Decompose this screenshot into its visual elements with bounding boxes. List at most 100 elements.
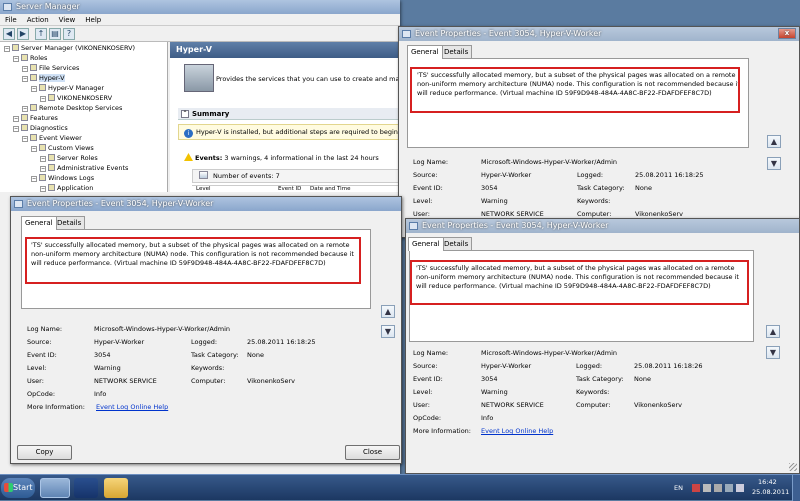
tab-details[interactable]: Details bbox=[440, 45, 473, 58]
menu-action[interactable]: Action bbox=[22, 14, 54, 26]
user-value: NETWORK SERVICE bbox=[481, 401, 544, 409]
clock-date[interactable]: 25.08.2011 bbox=[752, 488, 789, 496]
scroll-down-arrow-icon[interactable]: ▼ bbox=[381, 325, 395, 338]
tree-node-icon bbox=[39, 174, 46, 181]
user-value: NETWORK SERVICE bbox=[94, 377, 157, 385]
expand-icon[interactable]: − bbox=[31, 176, 37, 182]
language-indicator[interactable]: EN bbox=[674, 484, 683, 492]
tree-node[interactable]: − Event Viewer bbox=[22, 134, 82, 143]
tree-node-label: Features bbox=[30, 114, 58, 122]
tree-node[interactable]: − VIKONENKOSERV bbox=[40, 94, 112, 103]
level-value: Warning bbox=[481, 388, 508, 396]
help-icon[interactable]: ? bbox=[63, 28, 75, 40]
event-log-online-help-link[interactable]: Event Log Online Help bbox=[96, 403, 168, 411]
scroll-up-arrow-icon[interactable]: ▲ bbox=[767, 135, 781, 148]
tray-icon-1[interactable] bbox=[692, 484, 700, 492]
tree-node[interactable]: − Server Manager (VIKONENKOSERV) bbox=[4, 44, 135, 53]
tray-icon-2[interactable] bbox=[703, 484, 711, 492]
scroll-down-arrow-icon[interactable]: ▼ bbox=[767, 157, 781, 170]
tree-node-icon bbox=[21, 114, 28, 121]
forward-icon[interactable]: ▶ bbox=[17, 28, 29, 40]
info-icon: i bbox=[184, 129, 193, 138]
tree-node[interactable]: − Features bbox=[13, 114, 58, 123]
tab-general[interactable]: General bbox=[408, 237, 444, 251]
tray-icon-3[interactable] bbox=[714, 484, 722, 492]
tree-node[interactable]: − Administrative Events bbox=[40, 164, 128, 173]
tree-node[interactable]: − File Services bbox=[22, 64, 79, 73]
volume-icon[interactable] bbox=[736, 484, 744, 492]
task-category-label: Task Category: bbox=[576, 375, 624, 383]
tree-node[interactable]: − Server Roles bbox=[40, 154, 98, 163]
menu-view[interactable]: View bbox=[54, 14, 81, 26]
event-viewer-icon bbox=[14, 200, 23, 208]
network-icon[interactable] bbox=[725, 484, 733, 492]
explorer-taskbar-icon[interactable] bbox=[104, 478, 128, 498]
event-log-online-help-link[interactable]: Event Log Online Help bbox=[481, 427, 553, 435]
clock-time[interactable]: 16:42 bbox=[758, 478, 777, 486]
event-id-label: Event ID: bbox=[413, 184, 443, 192]
tree-node[interactable]: − Hyper-V bbox=[22, 74, 65, 83]
event-id-value: 3054 bbox=[481, 184, 498, 192]
expand-icon[interactable]: − bbox=[31, 146, 37, 152]
expand-icon[interactable]: − bbox=[40, 186, 46, 192]
expand-icon[interactable]: − bbox=[22, 106, 28, 112]
col-level[interactable]: Level bbox=[196, 186, 211, 193]
expand-icon[interactable]: − bbox=[22, 136, 28, 142]
scroll-up-arrow-icon[interactable]: ▲ bbox=[766, 325, 780, 338]
dialog-3-tabs: General Details bbox=[21, 216, 401, 230]
level-label: Level: bbox=[27, 364, 47, 372]
collapse-icon[interactable]: ⌃ bbox=[181, 110, 189, 118]
server-manager-taskbar-icon[interactable] bbox=[40, 478, 70, 498]
expand-icon[interactable]: − bbox=[13, 126, 19, 132]
menu-help[interactable]: Help bbox=[80, 14, 106, 26]
copy-button[interactable]: Copy bbox=[17, 445, 72, 460]
tree-node[interactable]: − Windows Logs bbox=[31, 174, 94, 183]
computer-value: VikonenkoServ bbox=[635, 210, 684, 218]
tree-node-label: Administrative Events bbox=[57, 164, 129, 172]
scroll-down-arrow-icon[interactable]: ▼ bbox=[766, 346, 780, 359]
more-info-label: More Information: bbox=[27, 403, 85, 411]
powershell-taskbar-icon[interactable] bbox=[74, 478, 98, 498]
expand-icon[interactable]: − bbox=[13, 116, 19, 122]
tab-details[interactable]: Details bbox=[440, 237, 473, 250]
tab-general[interactable]: General bbox=[21, 216, 57, 230]
summary-header[interactable]: ⌃ Summary bbox=[178, 108, 400, 120]
menu-file[interactable]: File bbox=[0, 14, 22, 26]
dialog-1-tabs: General Details bbox=[407, 45, 787, 59]
expand-icon[interactable]: − bbox=[13, 56, 19, 62]
tree-node[interactable]: − Application bbox=[40, 184, 93, 192]
expand-icon[interactable]: − bbox=[22, 76, 28, 82]
tree-node[interactable]: − Remote Desktop Services bbox=[22, 104, 122, 113]
up-folder-icon[interactable]: ↑ bbox=[35, 28, 47, 40]
expand-icon[interactable]: − bbox=[4, 46, 10, 52]
expand-icon[interactable]: − bbox=[40, 156, 46, 162]
expand-icon[interactable]: − bbox=[40, 166, 46, 172]
col-date-time[interactable]: Date and Time bbox=[310, 186, 350, 193]
expand-icon[interactable]: − bbox=[22, 66, 28, 72]
tree-node[interactable]: − Custom Views bbox=[31, 144, 94, 153]
tree-node[interactable]: − Hyper-V Manager bbox=[31, 84, 104, 93]
tree-node[interactable]: − Diagnostics bbox=[13, 124, 68, 133]
events-label: Events: bbox=[195, 154, 223, 162]
filter-icon[interactable] bbox=[199, 171, 208, 179]
back-icon[interactable]: ◀ bbox=[3, 28, 15, 40]
close-button[interactable]: Close bbox=[345, 445, 400, 460]
scroll-up-arrow-icon[interactable]: ▲ bbox=[381, 305, 395, 318]
toolbar: ◀ ▶ ↑ ▤ ? bbox=[0, 26, 400, 42]
dialog-3-titlebar[interactable]: Event Properties - Event 3054, Hyper-V-W… bbox=[11, 197, 401, 211]
dialog-2-titlebar[interactable]: Event Properties - Event 3054, Hyper-V-W… bbox=[406, 219, 799, 233]
resize-grip-icon[interactable] bbox=[789, 463, 797, 471]
close-window-icon[interactable]: x bbox=[778, 28, 796, 39]
col-event-id[interactable]: Event ID bbox=[278, 186, 301, 193]
server-manager-titlebar[interactable]: Server Manager bbox=[0, 0, 400, 14]
tab-details[interactable]: Details bbox=[53, 216, 86, 229]
start-button[interactable]: Start bbox=[1, 478, 35, 498]
expand-icon[interactable]: − bbox=[31, 86, 37, 92]
expand-icon[interactable]: − bbox=[40, 96, 46, 102]
tab-general[interactable]: General bbox=[407, 45, 443, 59]
tree-node[interactable]: − Roles bbox=[13, 54, 47, 63]
dialog-1-titlebar[interactable]: Event Properties - Event 3054, Hyper-V-W… bbox=[399, 27, 799, 41]
show-desktop-button[interactable] bbox=[792, 475, 800, 501]
server-manager-title: Server Manager bbox=[16, 2, 80, 11]
properties-icon[interactable]: ▤ bbox=[49, 28, 61, 40]
